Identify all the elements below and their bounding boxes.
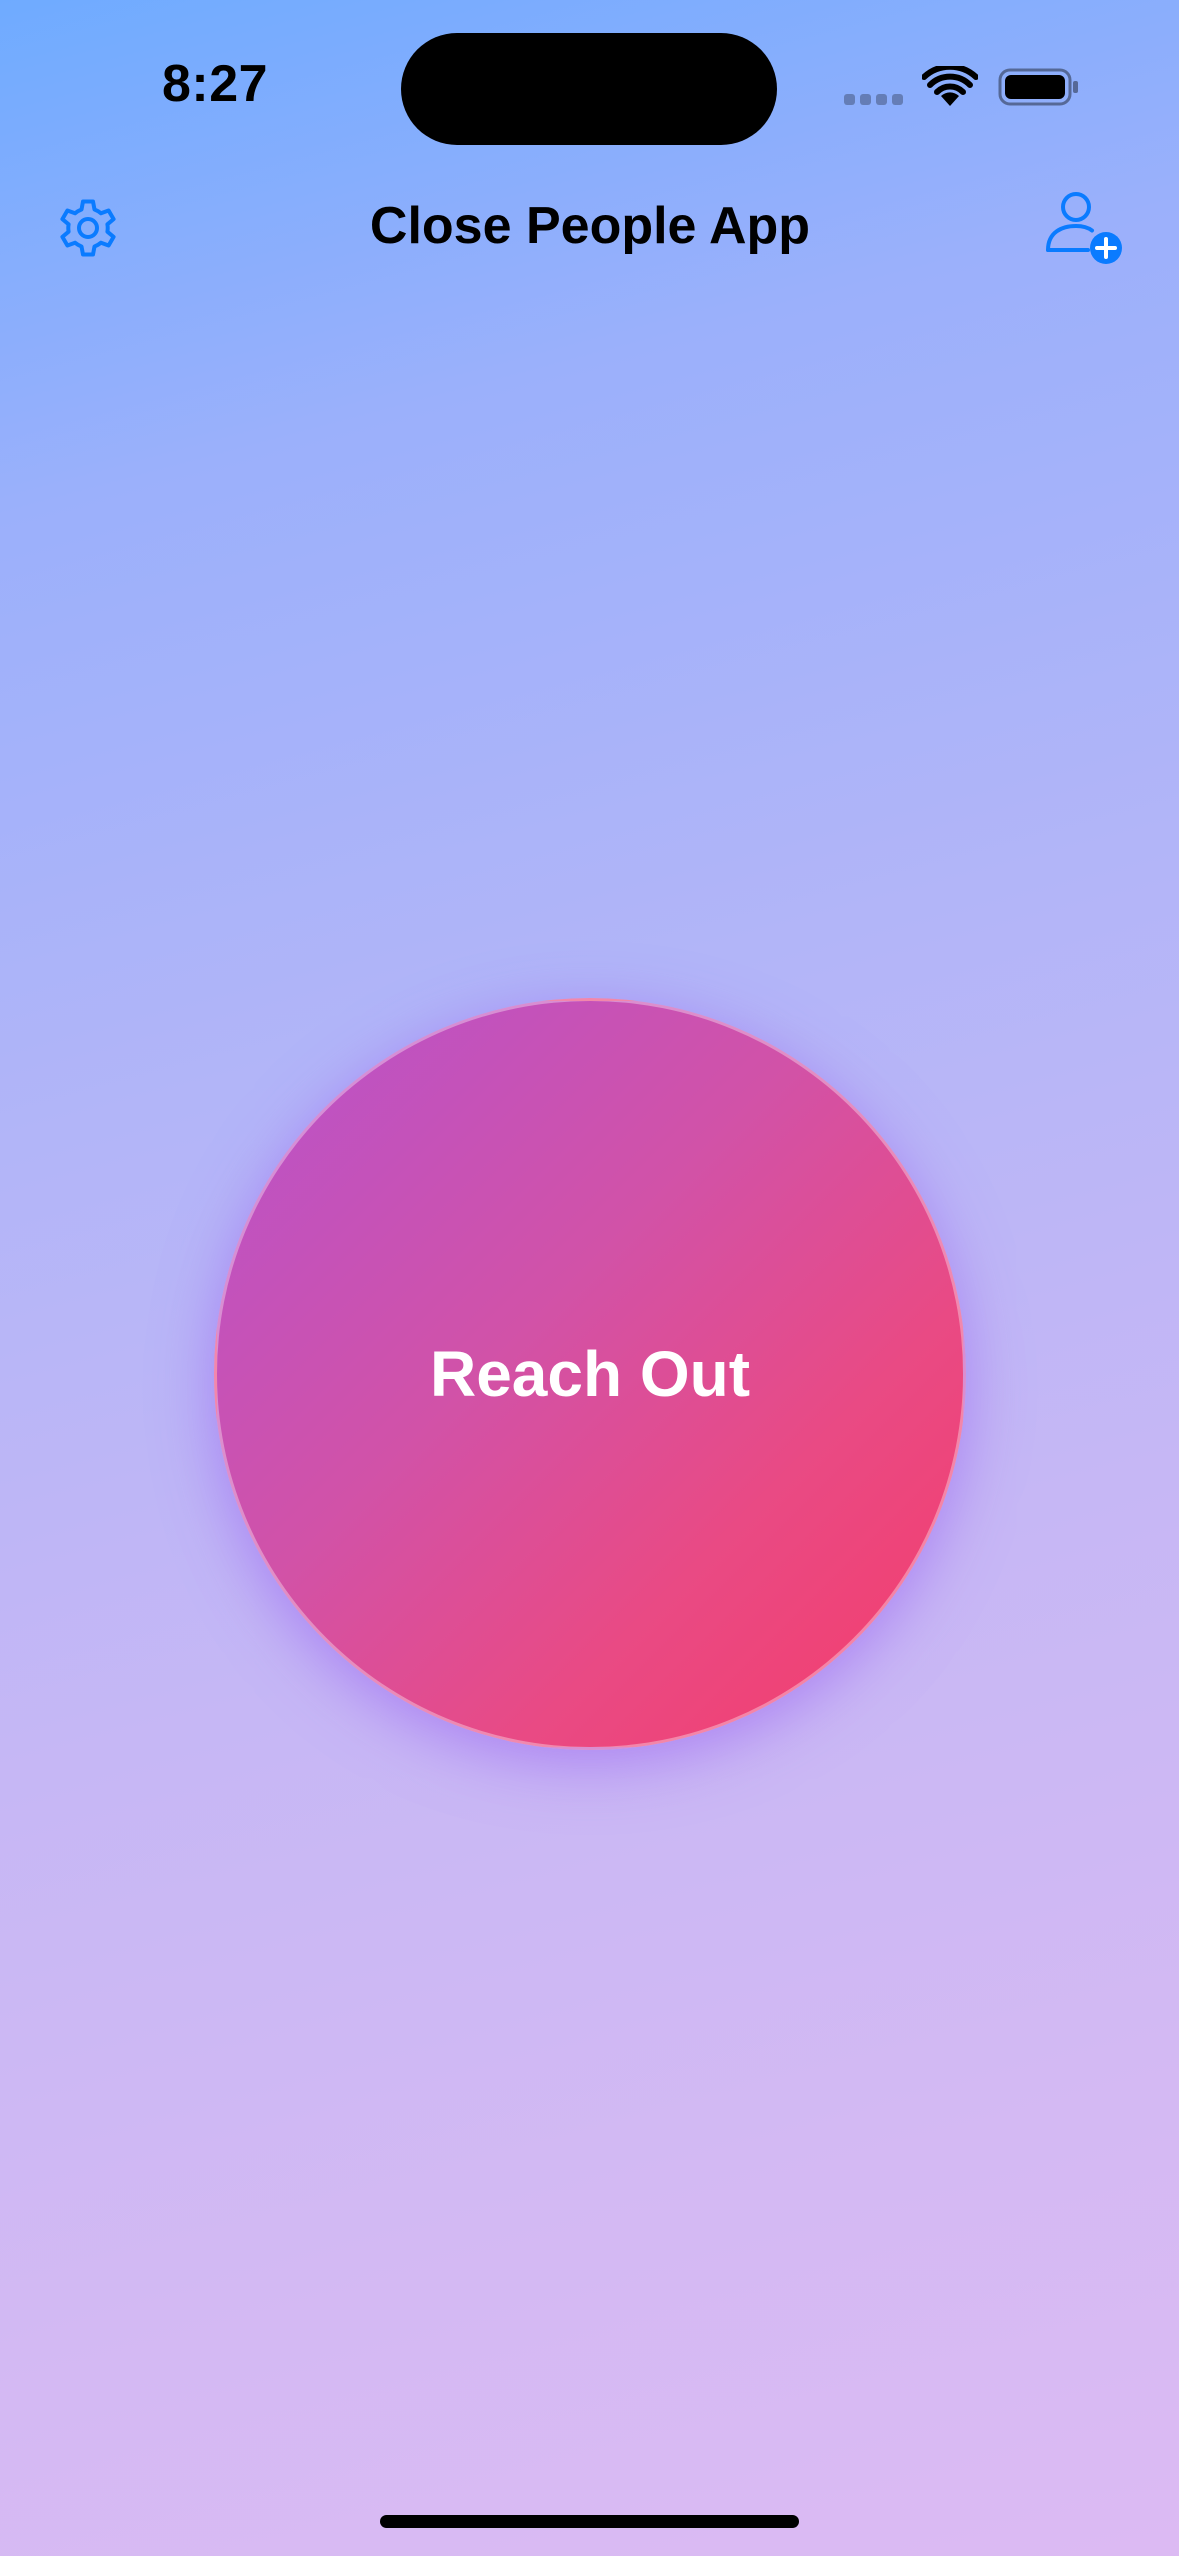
- page-title: Close People App: [369, 197, 811, 255]
- status-time: 8:27: [161, 55, 269, 113]
- wifi-icon: [922, 66, 978, 106]
- add-person-button[interactable]: [1044, 188, 1126, 270]
- settings-button[interactable]: [50, 190, 126, 266]
- reach-out-label: Reach Out: [429, 1338, 751, 1410]
- battery-icon: [998, 68, 1078, 106]
- cell-signal-icon: [844, 94, 903, 105]
- dynamic-island: [401, 33, 777, 145]
- home-indicator[interactable]: [380, 2515, 799, 2528]
- person-add-icon: [1046, 192, 1122, 264]
- status-bar: 8:27: [0, 0, 1179, 170]
- navigation-bar: Close People App: [0, 170, 1179, 286]
- gear-icon: [60, 199, 116, 257]
- reach-out-button[interactable]: Reach Out: [214, 998, 966, 1750]
